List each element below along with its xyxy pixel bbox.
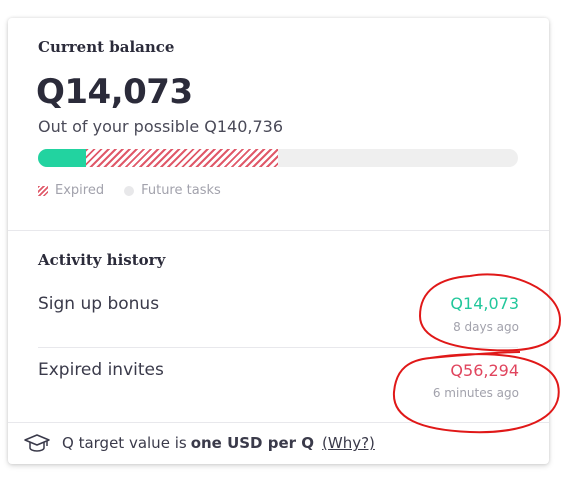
balance-progress-bar <box>38 149 518 167</box>
activity-item-time: 6 minutes ago <box>432 386 519 400</box>
section-divider <box>8 230 549 231</box>
footer-divider <box>8 422 549 423</box>
progress-earned-segment <box>38 149 86 167</box>
activity-item-time: 8 days ago <box>453 320 519 334</box>
activity-history-heading: Activity history <box>38 251 166 269</box>
footer-prefix: Q target value is <box>62 434 187 452</box>
balance-card: Current balance Q14,073 Out of your poss… <box>8 18 549 464</box>
possible-balance-text: Out of your possible Q140,736 <box>38 117 284 136</box>
legend-expired: Expired <box>38 183 104 198</box>
footer-bold-value: one USD per Q <box>190 434 315 452</box>
row-divider <box>38 347 518 348</box>
why-link[interactable]: (Why?) <box>322 434 375 452</box>
legend-future: Future tasks <box>124 183 221 198</box>
expired-swatch-icon <box>38 185 48 196</box>
footer-note: Q target value is one USD per Q (Why?) <box>24 432 375 454</box>
future-swatch-icon <box>124 185 135 196</box>
current-balance-heading: Current balance <box>38 38 175 56</box>
graduation-cap-icon <box>24 434 50 452</box>
balance-amount: Q14,073 <box>36 72 193 112</box>
legend-expired-label: Expired <box>55 183 105 198</box>
legend-future-label: Future tasks <box>141 183 221 198</box>
activity-item-amount: Q56,294 <box>450 361 519 380</box>
progress-legend: Expired Future tasks <box>38 183 241 198</box>
activity-item-label: Sign up bonus <box>38 294 160 314</box>
activity-item-amount: Q14,073 <box>450 294 519 313</box>
progress-expired-segment <box>86 149 278 167</box>
activity-item-label: Expired invites <box>38 360 164 380</box>
